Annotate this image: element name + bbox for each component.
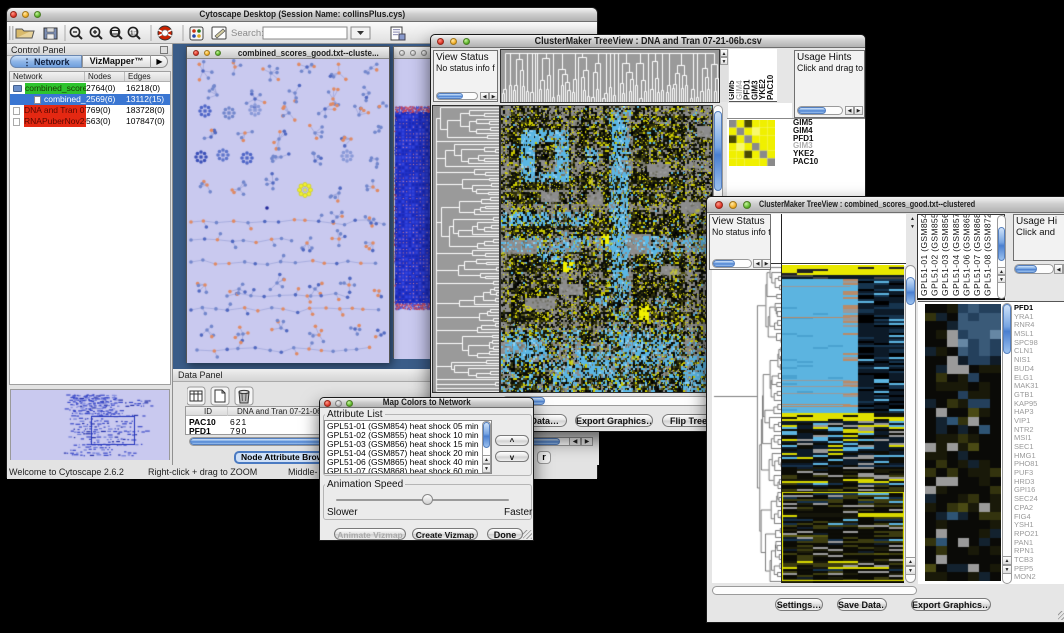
svg-text:1:1: 1:1 [130,30,138,36]
svg-text:GPL51-01 (GSM854): GPL51-01 (GSM854) [919,215,929,296]
svg-text:GPL51-02 (GSM855): GPL51-02 (GSM855) [930,215,940,296]
svg-text:GPL51-07 (GSM868): GPL51-07 (GSM868) [972,215,982,296]
svg-text:Search:: Search: [231,28,264,39]
svg-text:GPL51-03 (GSM856): GPL51-03 (GSM856) [940,215,950,296]
svg-text:PAC10: PAC10 [766,74,775,100]
svg-text:GPL51-04 (GSM857): GPL51-04 (GSM857) [951,215,961,296]
svg-text:GPL51-06 (GSM865): GPL51-06 (GSM865) [961,215,971,296]
svg-text:GPL51-08 (GSM872): GPL51-08 (GSM872) [983,215,993,296]
